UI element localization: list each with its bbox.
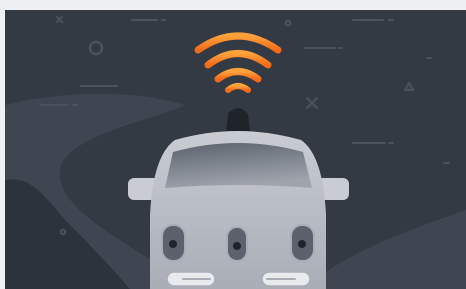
right-headlight-lens [298,240,306,248]
windshield [165,143,312,188]
center-sensor-lens [233,242,241,250]
left-headlight-lens [169,240,177,248]
illustration-canvas [5,10,466,289]
page-frame [0,0,466,289]
car-illustration [5,10,466,289]
